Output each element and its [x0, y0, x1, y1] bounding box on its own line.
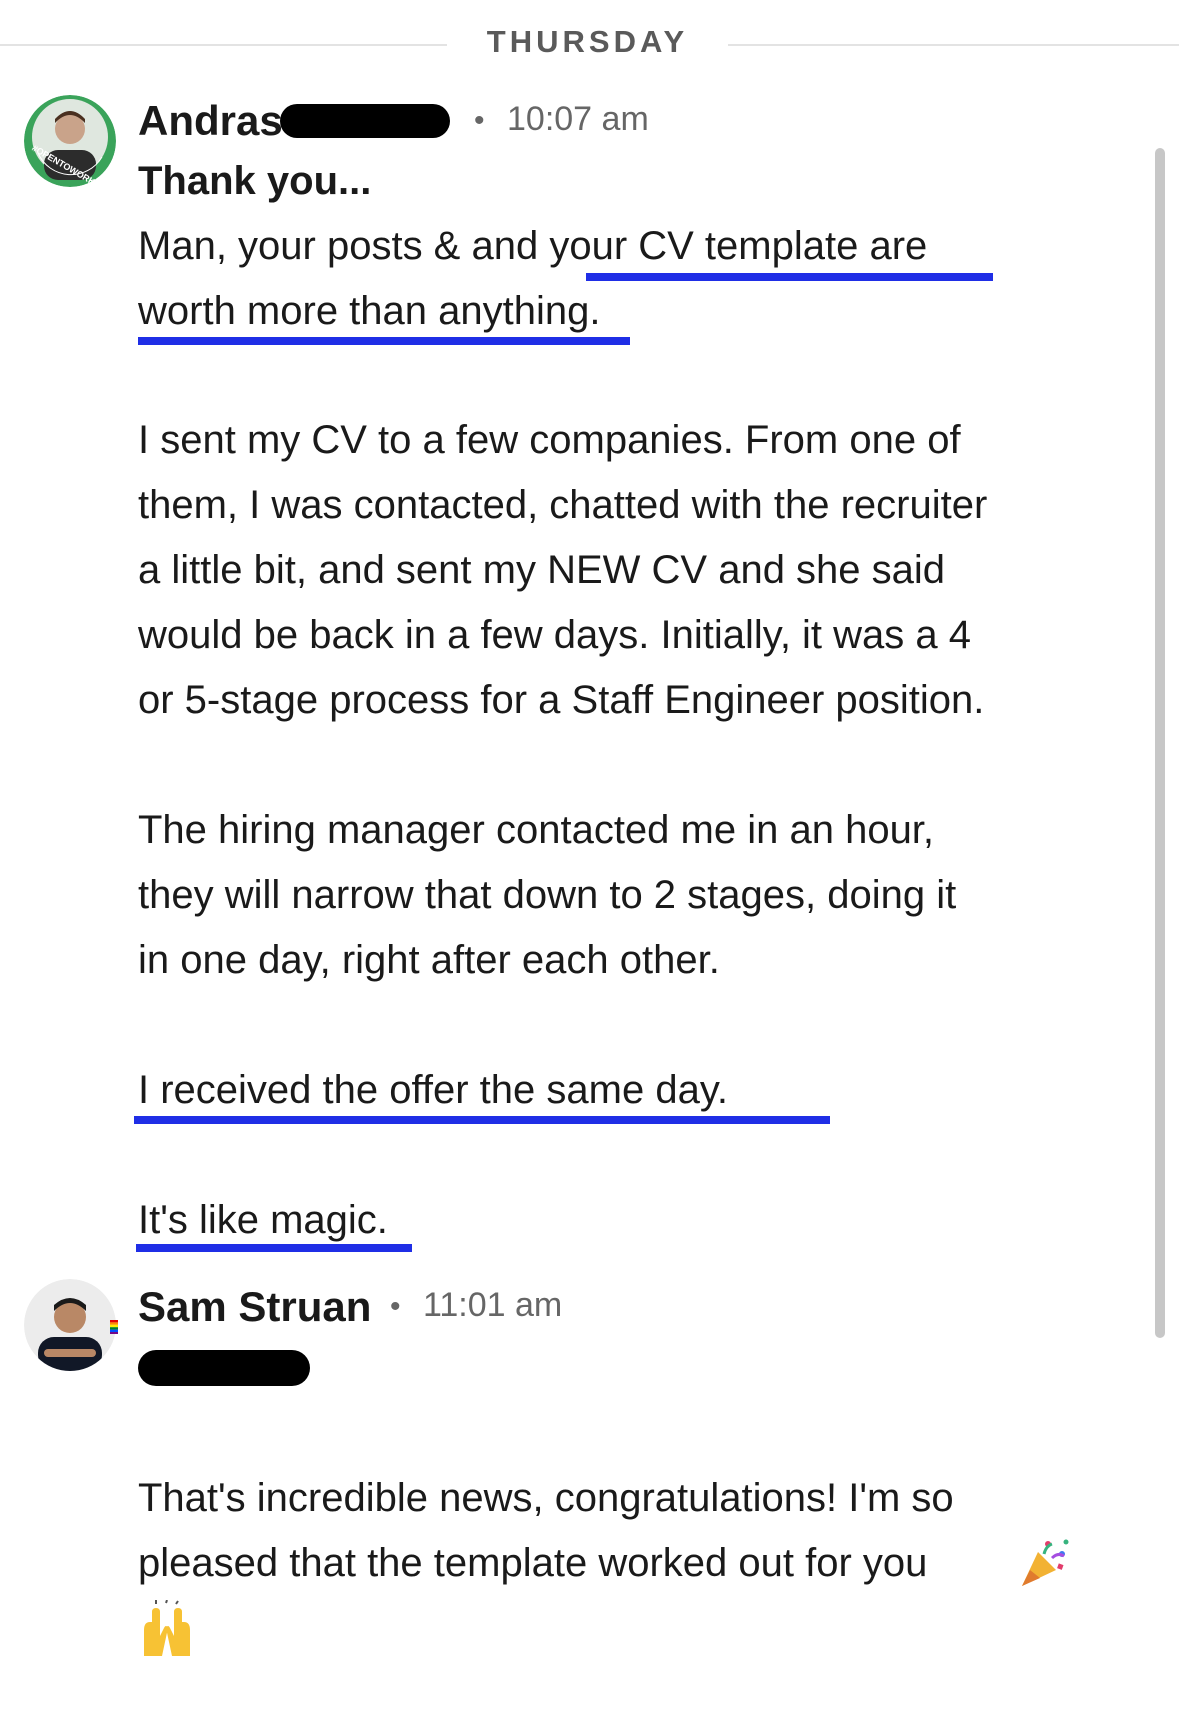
message-line: I received the offer the same day.	[138, 1068, 728, 1112]
separator-dot: •	[390, 1290, 401, 1323]
message-line: or 5-stage process for a Staff Engineer …	[138, 678, 985, 722]
message-timestamp: 11:01 am	[423, 1286, 563, 1324]
day-divider-left	[0, 44, 447, 46]
message-line: It's like magic.	[138, 1198, 388, 1242]
message-line: That's incredible news, congratulations!…	[138, 1476, 954, 1520]
message-line: in one day, right after each other.	[138, 938, 720, 982]
message-line: would be back in a few days. Initially, …	[138, 613, 972, 657]
party-popper-icon	[1018, 1534, 1074, 1590]
message-subject: Thank you...	[138, 159, 372, 203]
redacted-surname	[280, 104, 450, 138]
highlight-underline	[134, 1116, 830, 1124]
redacted-greeting	[138, 1350, 310, 1386]
message-line: they will narrow that down to 2 stages, …	[138, 873, 957, 917]
message-line: pleased that the template worked out for…	[138, 1541, 928, 1585]
message-line: a little bit, and sent my NEW CV and she…	[138, 548, 946, 592]
sender-name[interactable]: Sam Struan	[138, 1283, 371, 1331]
day-divider-right	[728, 44, 1179, 46]
message-timestamp: 10:07 am	[507, 100, 649, 138]
highlight-underline	[586, 273, 993, 281]
message-line: them, I was contacted, chatted with the …	[138, 483, 988, 527]
separator-dot: •	[474, 104, 485, 137]
message-line: worth more than anything.	[138, 289, 601, 333]
highlight-underline	[138, 337, 630, 345]
sender-avatar-sam[interactable]	[24, 1279, 116, 1371]
pride-flag-icon	[110, 1320, 118, 1334]
message-line: Man, your posts & and your CV template a…	[138, 224, 928, 268]
message-line: I sent my CV to a few companies. From on…	[138, 418, 961, 462]
message-line: The hiring manager contacted me in an ho…	[138, 808, 935, 852]
highlight-underline	[136, 1244, 412, 1252]
scrollbar[interactable]	[1155, 148, 1165, 1338]
sender-name[interactable]: Andras	[138, 97, 283, 145]
raising-hands-icon	[138, 1599, 196, 1658]
day-separator-label: THURSDAY	[486, 24, 689, 59]
